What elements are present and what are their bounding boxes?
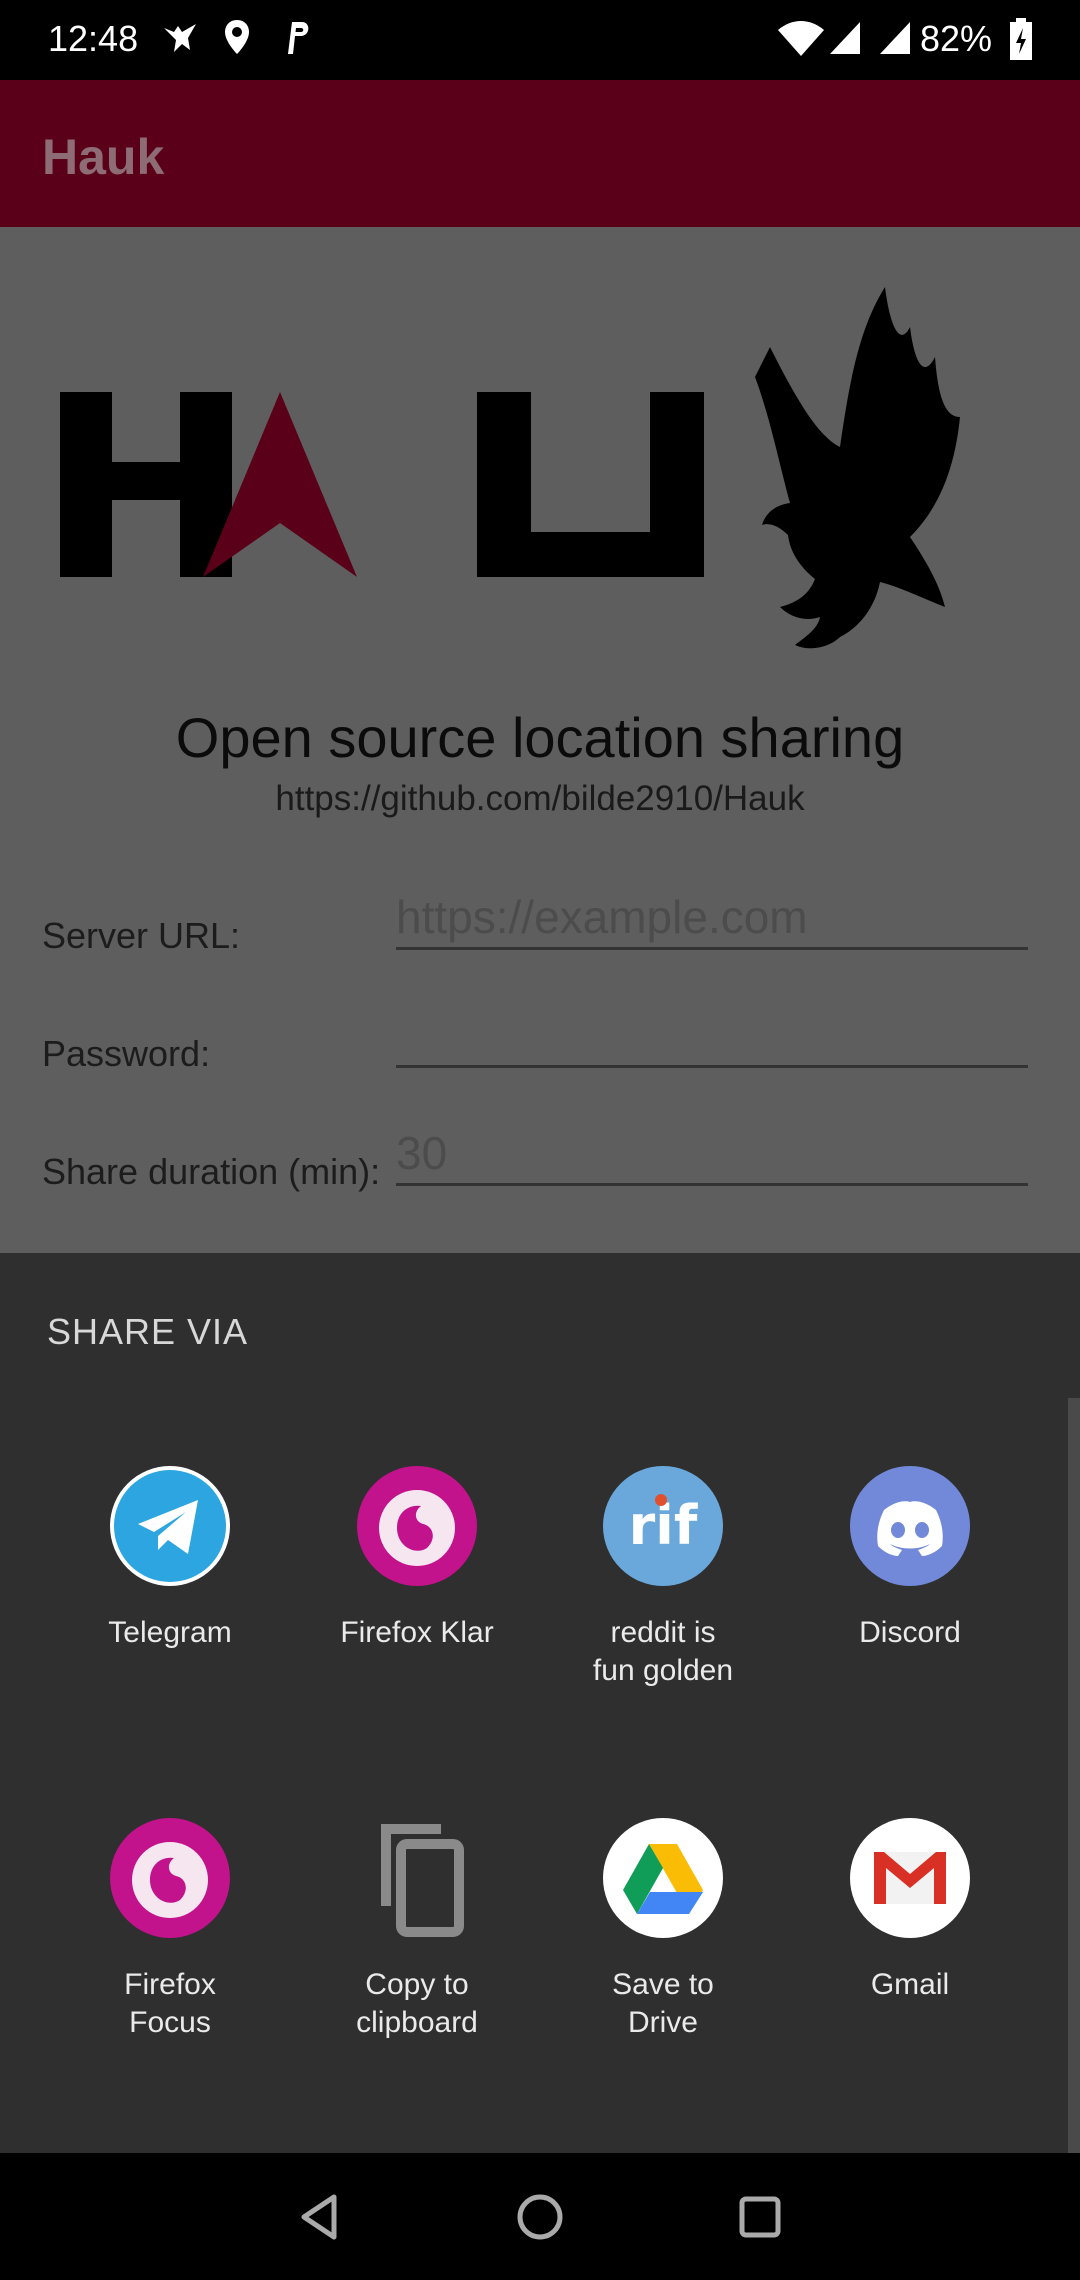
app-title: Hauk xyxy=(42,129,165,185)
server-url-input[interactable]: https://example.com xyxy=(396,887,1028,950)
share-duration-label: Share duration (min): xyxy=(42,1151,381,1192)
google-drive-icon xyxy=(603,1818,723,1938)
share-target-label: Telegram xyxy=(108,1616,232,1649)
share-target-label: reddit is fun golden xyxy=(592,1616,734,1687)
share-target-reddit-is-fun[interactable]: rif reddit is fun golden xyxy=(563,1466,763,1690)
status-bar: 12:48 82% xyxy=(0,0,1080,80)
battery-percentage: 82% xyxy=(919,18,992,59)
hauk-logo xyxy=(60,287,960,649)
signal-icon xyxy=(830,22,860,54)
share-sheet-title: SHARE VIA xyxy=(47,1311,249,1352)
main-content: Open source location sharing https://git… xyxy=(0,227,1080,1253)
location-icon xyxy=(225,20,249,54)
back-icon[interactable] xyxy=(290,2187,350,2247)
share-sheet-scrollbar[interactable] xyxy=(1068,1398,1080,2153)
share-target-label: Discord xyxy=(859,1616,961,1649)
battery-charging-icon xyxy=(1010,18,1032,60)
signal-icon xyxy=(880,22,910,54)
share-sheet: SHARE VIA Telegram Firefox Klar rif redd… xyxy=(0,1253,1080,2153)
rif-icon: rif xyxy=(603,1466,723,1586)
share-duration-input[interactable]: 30 xyxy=(396,1123,1028,1186)
parking-icon xyxy=(288,22,309,54)
password-input[interactable] xyxy=(396,1005,1028,1068)
gmail-icon xyxy=(850,1818,970,1938)
share-target-label: Gmail xyxy=(870,1968,950,2001)
share-target-copy-to-clipboard[interactable]: Copy to clipboard xyxy=(317,1818,517,2042)
share-target-telegram[interactable]: Telegram xyxy=(70,1466,270,1652)
copy-icon xyxy=(357,1818,477,1938)
share-target-discord[interactable]: Discord xyxy=(810,1466,1010,1652)
share-target-label: Firefox Klar xyxy=(340,1616,494,1649)
share-target-save-to-drive[interactable]: Save to Drive xyxy=(563,1818,763,2042)
telegram-icon xyxy=(110,1466,230,1586)
app-bar: Hauk xyxy=(0,80,1080,227)
share-target-label: Save to Drive xyxy=(612,1968,714,2039)
share-target-gmail[interactable]: Gmail xyxy=(810,1818,1010,2004)
share-target-label: Copy to clipboard xyxy=(356,1968,478,2039)
firefox-focus-icon xyxy=(110,1818,230,1938)
server-url-label: Server URL: xyxy=(42,915,241,956)
firefox-klar-icon xyxy=(357,1466,477,1586)
home-icon[interactable] xyxy=(510,2187,570,2247)
status-time: 12:48 xyxy=(48,18,139,59)
navigation-bar xyxy=(0,2153,1080,2280)
eagle-notification-icon xyxy=(164,24,196,52)
share-target-firefox-klar[interactable]: Firefox Klar xyxy=(317,1466,517,1652)
share-target-label: Firefox Focus xyxy=(124,1968,216,2039)
tagline: Open source location sharing xyxy=(175,706,905,769)
wifi-icon xyxy=(778,21,824,56)
password-label: Password: xyxy=(42,1033,211,1074)
share-target-firefox-focus[interactable]: Firefox Focus xyxy=(70,1818,270,2042)
discord-icon xyxy=(850,1466,970,1586)
repo-link[interactable]: https://github.com/bilde2910/Hauk xyxy=(0,779,1080,819)
recents-icon[interactable] xyxy=(730,2187,790,2247)
